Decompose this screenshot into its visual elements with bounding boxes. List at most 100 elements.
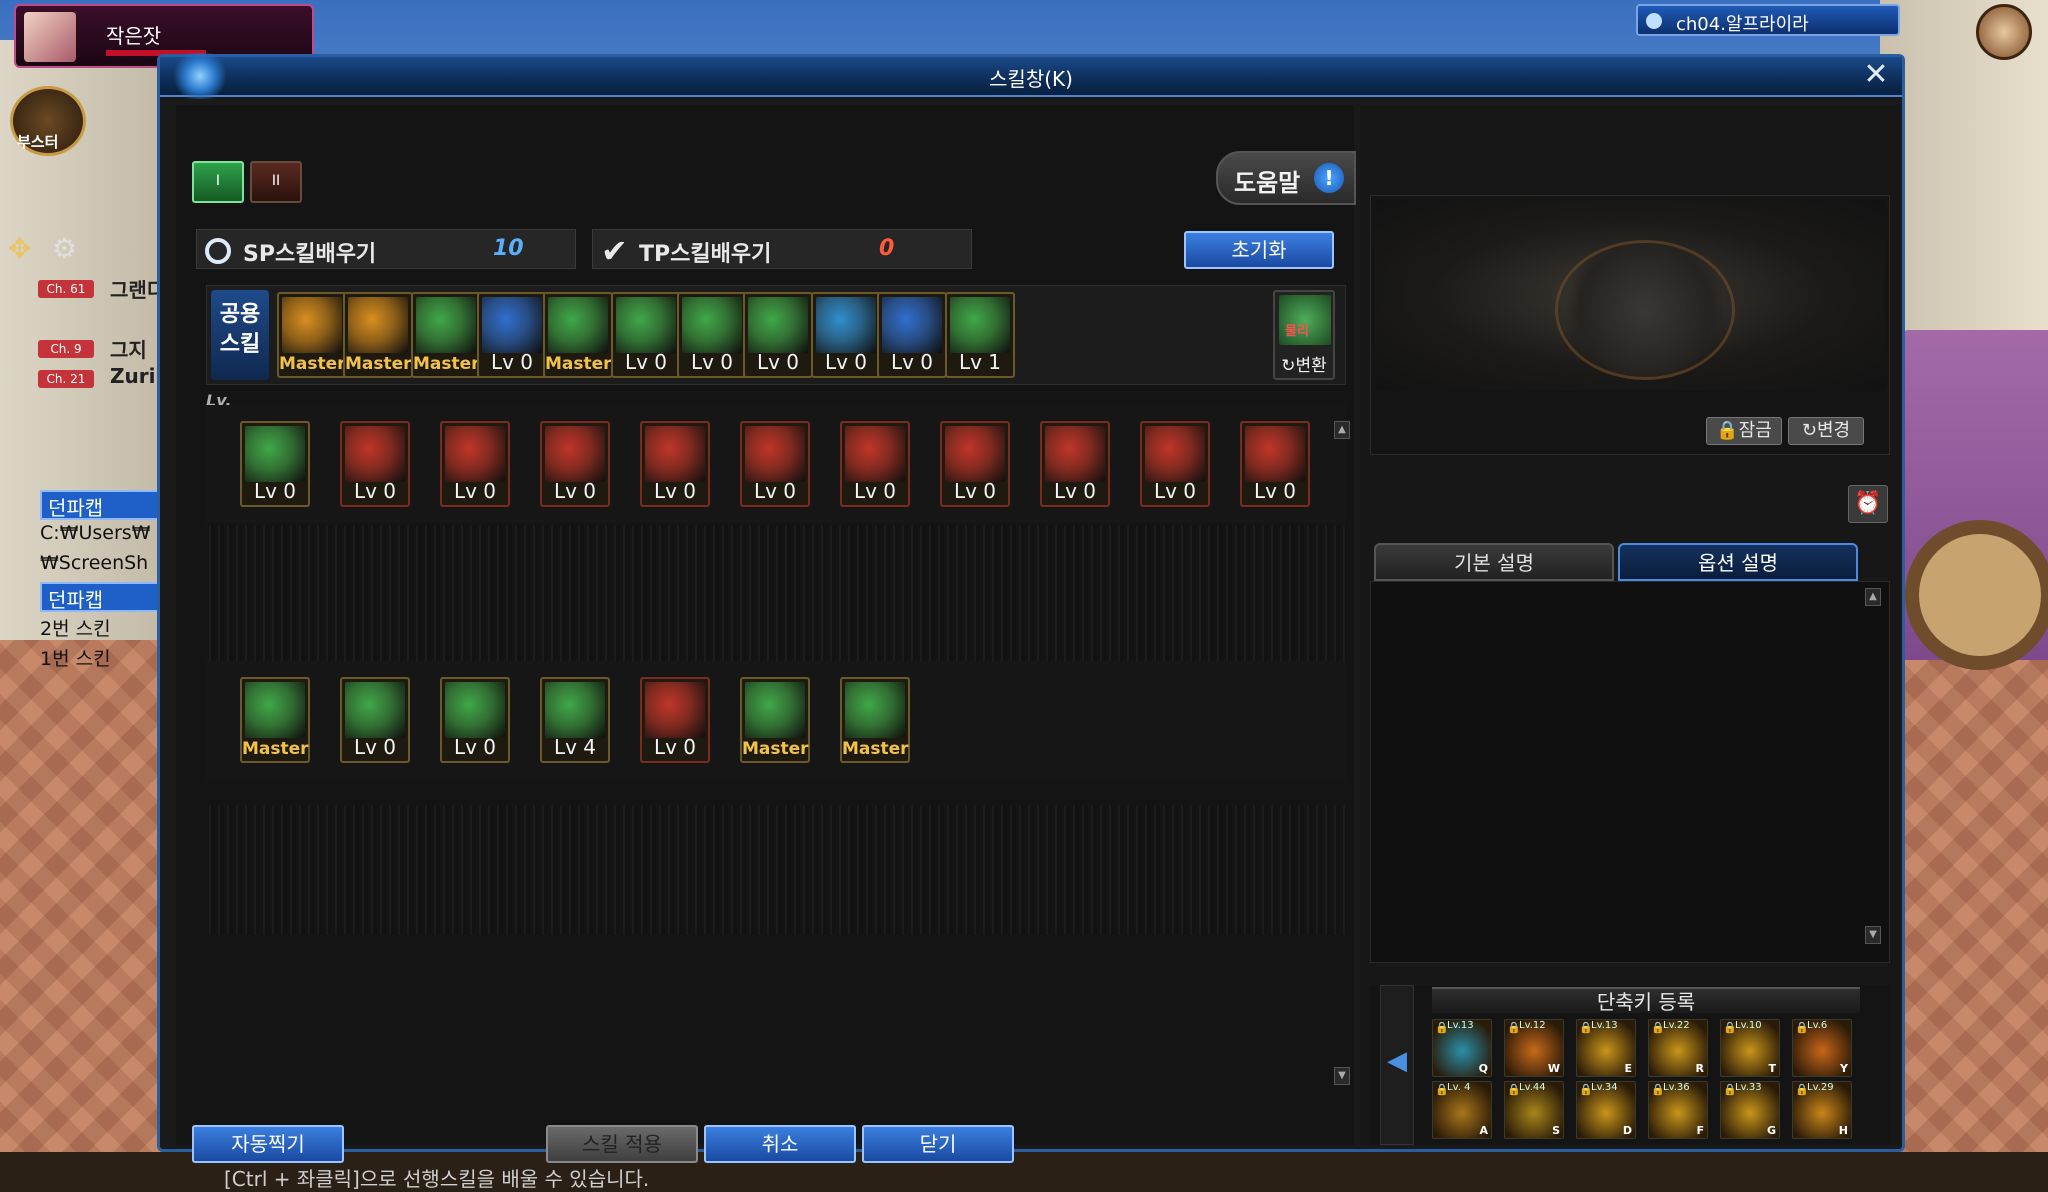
skill-icon: [482, 297, 542, 353]
skill-icon: [345, 426, 405, 482]
skill-slot[interactable]: Lv 0: [640, 677, 710, 763]
tp-learn-bar[interactable]: ✔ TP스킬배우기 0: [592, 229, 972, 270]
convert-button[interactable]: 물리 ↻변환: [1273, 290, 1335, 380]
skill-slot[interactable]: Lv 0: [743, 292, 813, 378]
hotkey-slot[interactable]: 🔒 Lv.33 G: [1720, 1081, 1780, 1139]
skill-level: Lv 0: [453, 735, 497, 759]
hotkey-slot[interactable]: 🔒 Lv.13 E: [1576, 1019, 1636, 1077]
skill-slot[interactable]: Lv 0: [1140, 421, 1210, 507]
skill-icon: [445, 682, 505, 738]
hotkey-slot[interactable]: 🔒 Lv.10 T: [1720, 1019, 1780, 1077]
skill-icon: [682, 297, 742, 353]
skill-slot[interactable]: Master: [411, 292, 481, 378]
channel-label: ch04.알프라이라: [1676, 14, 1809, 35]
booster-button[interactable]: 부스터: [10, 86, 86, 156]
skill-slot[interactable]: Master: [343, 292, 413, 378]
skill-slot[interactable]: Lv 0: [340, 421, 410, 507]
hotkey-slot[interactable]: 🔒 Lv.29 H: [1792, 1081, 1852, 1139]
scroll-up-icon[interactable]: ▲: [1865, 588, 1881, 606]
apply-skill-button[interactable]: 스킬 적용: [546, 1125, 698, 1163]
capture-tag: 던파캡: [40, 582, 162, 612]
skill-slot[interactable]: Lv 0: [340, 677, 410, 763]
scroll-up-icon[interactable]: ▲: [1334, 421, 1350, 439]
map-icon[interactable]: [1976, 4, 2032, 60]
lock-button[interactable]: 🔒잠금: [1706, 417, 1782, 445]
skill-slot[interactable]: Master: [543, 292, 613, 378]
skill-slot[interactable]: Lv 0: [540, 421, 610, 507]
convert-type-label: 물리: [1285, 324, 1309, 339]
skill-slot[interactable]: Lv 0: [240, 421, 310, 507]
skill-slot[interactable]: Lv 0: [611, 292, 681, 378]
skill-icon: [845, 426, 905, 482]
skill-slot[interactable]: Lv 4: [540, 677, 610, 763]
scroll-down-icon[interactable]: ▼: [1334, 1067, 1350, 1085]
hotkey-slot[interactable]: 🔒 Lv.22 R: [1648, 1019, 1708, 1077]
skill-slot[interactable]: Lv 0: [440, 677, 510, 763]
skill-slot[interactable]: Lv 0: [877, 292, 947, 378]
skill-slot[interactable]: Lv 0: [677, 292, 747, 378]
gear-icon[interactable]: ⚙: [52, 232, 77, 265]
close-button[interactable]: 닫기: [862, 1125, 1014, 1163]
hotkey-title: 단축키 등록: [1432, 987, 1860, 1014]
hotkey-slot[interactable]: 🔒 Lv.34 D: [1576, 1081, 1636, 1139]
skill-slot[interactable]: Lv 0: [811, 292, 881, 378]
tab-label: I: [215, 173, 221, 189]
scroll-down-icon[interactable]: ▼: [1865, 926, 1881, 944]
auto-learn-button[interactable]: 자동찍기: [192, 1125, 344, 1163]
skill-slot[interactable]: Lv 0: [640, 421, 710, 507]
tab-skill-page-2[interactable]: II: [250, 161, 302, 203]
skill-slot[interactable]: Lv 0: [477, 292, 547, 378]
tab-option-description[interactable]: 옵션 설명: [1618, 543, 1858, 581]
sp-label: SP스킬배우기: [243, 242, 377, 267]
skill-level: Lv 0: [890, 350, 934, 374]
change-button[interactable]: ↻변경: [1788, 417, 1864, 445]
left-arrow-icon[interactable]: ◀: [1380, 985, 1414, 1145]
skill-slot[interactable]: Lv 0: [740, 421, 810, 507]
sp-learn-bar[interactable]: SP스킬배우기 10: [196, 229, 576, 269]
hotkey-slot[interactable]: 🔒 Lv.12 W: [1504, 1019, 1564, 1077]
hotkey-slot[interactable]: 🔒 Lv.44 S: [1504, 1081, 1564, 1139]
hotkey-slot[interactable]: 🔒 Lv.13 Q: [1432, 1019, 1492, 1077]
convert-label: ↻변환: [1281, 356, 1327, 376]
help-button[interactable]: 도움말 !: [1216, 151, 1356, 205]
skill-level: Lv 0: [353, 735, 397, 759]
skill-icon: [548, 297, 608, 353]
skill-slot[interactable]: Lv 0: [840, 421, 910, 507]
skill-slot[interactable]: Lv 0: [1240, 421, 1310, 507]
chat-channel-badge: Ch. 61: [38, 280, 94, 298]
hotkey-panel: ◀ 단축키 등록 🔒 Lv.13 Q 🔒 Lv.12 W 🔒 Lv.13 E 🔒 Lv.22 R 🔒 Lv…: [1370, 985, 1890, 1145]
skill-slot[interactable]: Master: [840, 677, 910, 763]
skill-slot[interactable]: Lv 0: [1040, 421, 1110, 507]
skill-level: Lv 4: [553, 735, 597, 759]
info-icon: !: [1314, 163, 1344, 193]
hotkey-slot[interactable]: 🔒 Lv. 4A: [1432, 1081, 1492, 1139]
hotkey-level: Lv.13: [1591, 1020, 1618, 1031]
skill-level: Lv 0: [1053, 479, 1097, 503]
cancel-button[interactable]: 취소: [704, 1125, 856, 1163]
hotkey-level: Lv.44: [1519, 1082, 1546, 1093]
skill-icon: [645, 682, 705, 738]
skill-slot[interactable]: Master: [277, 292, 347, 378]
clock-icon[interactable]: ⏰: [1848, 485, 1888, 523]
skill-icon: [1145, 426, 1205, 482]
hotkey-slot[interactable]: 🔒 Lv.36 F: [1648, 1081, 1708, 1139]
description-area: ▲ ▼: [1370, 581, 1890, 963]
skill-slot[interactable]: Master: [740, 677, 810, 763]
close-icon[interactable]: ✕: [1858, 59, 1894, 93]
skill-slot[interactable]: Lv 0: [940, 421, 1010, 507]
skill-slot[interactable]: Lv 1: [945, 292, 1015, 378]
move-icon[interactable]: ✥: [8, 232, 31, 265]
hotkey-slot[interactable]: 🔒 Lv.6 Y: [1792, 1019, 1852, 1077]
preview-canvas: [1375, 200, 1885, 390]
skill-level: Lv 1: [958, 350, 1002, 374]
skill-icon: [282, 297, 342, 353]
skill-icon: [348, 297, 408, 353]
tab-skill-page-1[interactable]: I: [192, 161, 244, 203]
title-bar[interactable]: 스킬창(K) ✕: [160, 53, 1902, 99]
skill-slot[interactable]: Lv 0: [440, 421, 510, 507]
reset-button[interactable]: 초기화: [1184, 231, 1334, 269]
background-wheel: [1905, 520, 2048, 670]
tab-basic-description[interactable]: 기본 설명: [1374, 543, 1614, 581]
skill-slot[interactable]: Master: [240, 677, 310, 763]
channel-indicator[interactable]: ch04.알프라이라: [1636, 4, 1900, 36]
